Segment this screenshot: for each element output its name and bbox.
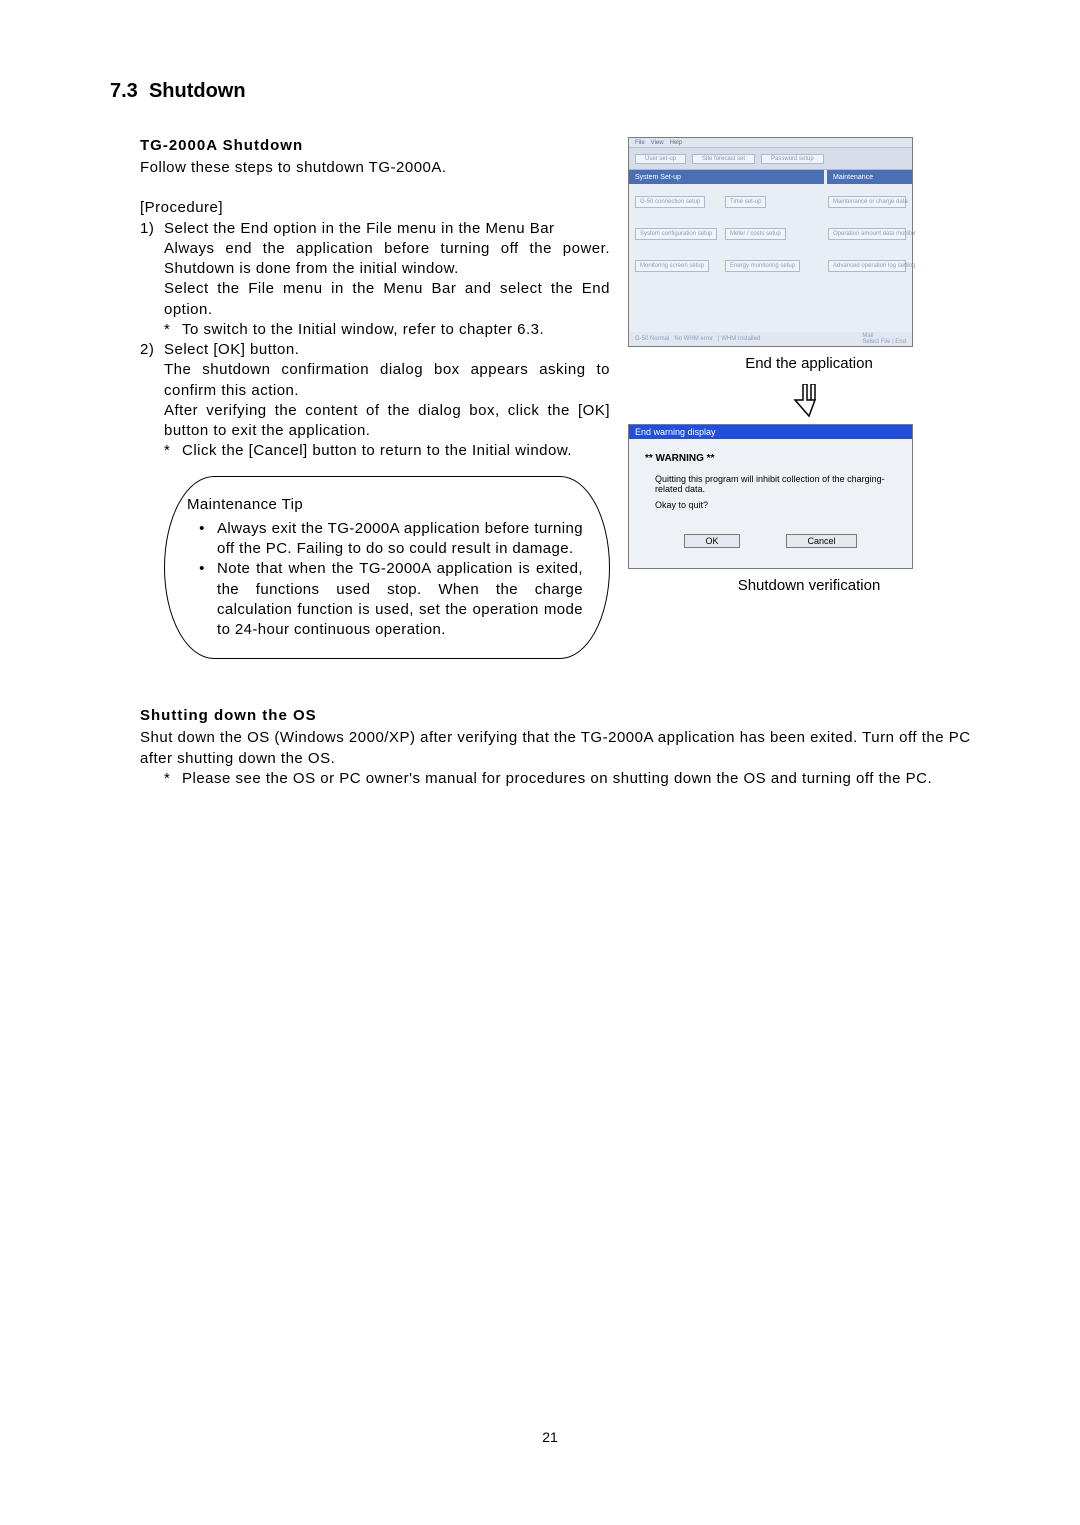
section-title: 7.3 Shutdown xyxy=(110,80,990,103)
btn-password-setup[interactable]: Password setup xyxy=(761,154,824,164)
dialog-titlebar: End warning display xyxy=(629,425,912,439)
cell-sysconfig[interactable]: System configuration setup xyxy=(635,228,717,240)
figure-initial-window: File View Help User set-up Site forecast… xyxy=(628,137,913,347)
dialog-msg1: Quitting this program will inhibit colle… xyxy=(655,474,896,494)
down-arrow-icon xyxy=(628,384,990,418)
cell-maint3[interactable]: Advanced operation log setting xyxy=(828,260,906,272)
tip-title: Maintenance Tip xyxy=(187,495,583,515)
cell-maint2[interactable]: Operation amount data monitor xyxy=(828,228,906,240)
bullet-icon: • xyxy=(187,519,217,560)
cell-monitor[interactable]: Monitoring screen setup xyxy=(635,260,709,272)
menu-file[interactable]: File xyxy=(635,140,645,146)
tip-item-2: Note that when the TG-2000A application … xyxy=(217,559,583,640)
cell-maint1[interactable]: Maintenance or charge data xyxy=(828,196,906,208)
btn-site-forecast[interactable]: Site forecast set xyxy=(692,154,755,164)
tg-intro: Follow these steps to shutdown TG-2000A. xyxy=(140,158,610,178)
tg-shutdown-heading: TG-2000A Shutdown xyxy=(140,137,610,154)
step2-body-b: After verifying the content of the dialo… xyxy=(164,401,610,442)
section-name: Shutdown xyxy=(149,80,246,102)
page-number: 21 xyxy=(110,1429,990,1445)
step1-note-star: * xyxy=(164,320,182,340)
step2-title: Select [OK] button. xyxy=(164,340,610,360)
step1-body-b: Select the File menu in the Menu Bar and… xyxy=(164,279,610,320)
cell-energy[interactable]: Energy monitoring setup xyxy=(725,260,800,272)
figure2-caption: Shutdown verification xyxy=(628,577,990,594)
cell-time[interactable]: Time set-up xyxy=(725,196,766,208)
cell-meter[interactable]: Meter / costs setup xyxy=(725,228,786,240)
step2-note-star: * xyxy=(164,441,182,461)
step1-note: To switch to the Initial window, refer t… xyxy=(182,320,610,340)
figure-shutdown-dialog: End warning display ** WARNING ** Quitti… xyxy=(628,424,913,569)
step2-body-a: The shutdown confirmation dialog box app… xyxy=(164,360,610,401)
cancel-button[interactable]: Cancel xyxy=(786,534,856,548)
menu-view[interactable]: View xyxy=(651,140,664,146)
step1-number: 1) xyxy=(140,219,164,239)
section-header-right: Maintenance xyxy=(827,170,912,184)
figure1-caption: End the application xyxy=(628,355,990,372)
status-whm2: | WHM Installed xyxy=(718,336,760,342)
dialog-warning: ** WARNING ** xyxy=(645,453,896,464)
os-note-star: * xyxy=(164,769,182,789)
status-hint: Select File | End xyxy=(862,339,906,345)
step2-number: 2) xyxy=(140,340,164,360)
step2-note: Click the [Cancel] button to return to t… xyxy=(182,441,610,461)
menu-help[interactable]: Help xyxy=(670,140,682,146)
procedure-label: [Procedure] xyxy=(140,198,610,218)
step1-body-a: Always end the application before turnin… xyxy=(164,239,610,280)
step1-title: Select the End option in the File menu i… xyxy=(164,219,610,239)
os-line1: Shut down the OS (Windows 2000/XP) after… xyxy=(140,728,990,769)
status-g50: G-50 Normal xyxy=(635,336,669,342)
bullet-icon: • xyxy=(187,559,217,640)
cell-g50[interactable]: G-50 connection setup xyxy=(635,196,705,208)
tip-item-1: Always exit the TG-2000A application bef… xyxy=(217,519,583,560)
section-number: 7.3 xyxy=(110,80,138,102)
status-whm: No WHM error xyxy=(674,336,713,342)
section-header-left: System Set-up xyxy=(629,170,824,184)
maintenance-tip-box: Maintenance Tip •Always exit the TG-2000… xyxy=(164,476,610,660)
os-heading: Shutting down the OS xyxy=(140,707,990,724)
dialog-msg2: Okay to quit? xyxy=(655,500,896,510)
os-note: Please see the OS or PC owner's manual f… xyxy=(182,769,990,789)
ok-button[interactable]: OK xyxy=(684,534,739,548)
btn-user-setup[interactable]: User set-up xyxy=(635,154,686,164)
